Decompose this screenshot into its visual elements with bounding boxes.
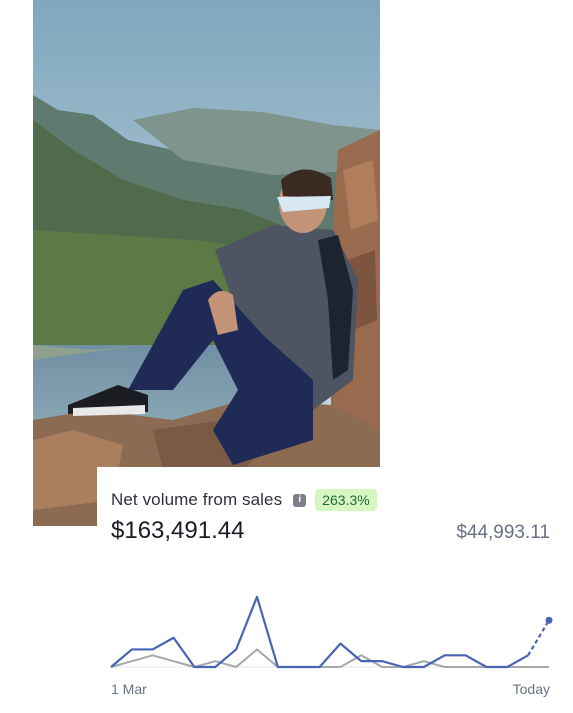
x-axis-end-label: Today — [512, 681, 550, 697]
sales-line-chart[interactable] — [97, 577, 573, 697]
info-icon[interactable]: i — [293, 493, 307, 507]
current-series-endpoint — [545, 616, 553, 624]
comparison-value: $44,993.11 — [456, 522, 550, 543]
metric-header: Net volume from sales i 263.3% — [111, 489, 377, 511]
change-badge: 263.3% — [315, 489, 377, 511]
net-volume-card[interactable]: Net volume from sales i 263.3% $163,491.… — [97, 467, 573, 713]
current-value: $163,491.44 — [111, 517, 245, 544]
profile-photo — [33, 0, 380, 526]
current-series-line — [110, 595, 529, 669]
metric-title: Net volume from sales — [111, 490, 283, 509]
x-axis-start-label: 1 Mar — [111, 681, 147, 697]
current-series-projection — [527, 619, 550, 656]
